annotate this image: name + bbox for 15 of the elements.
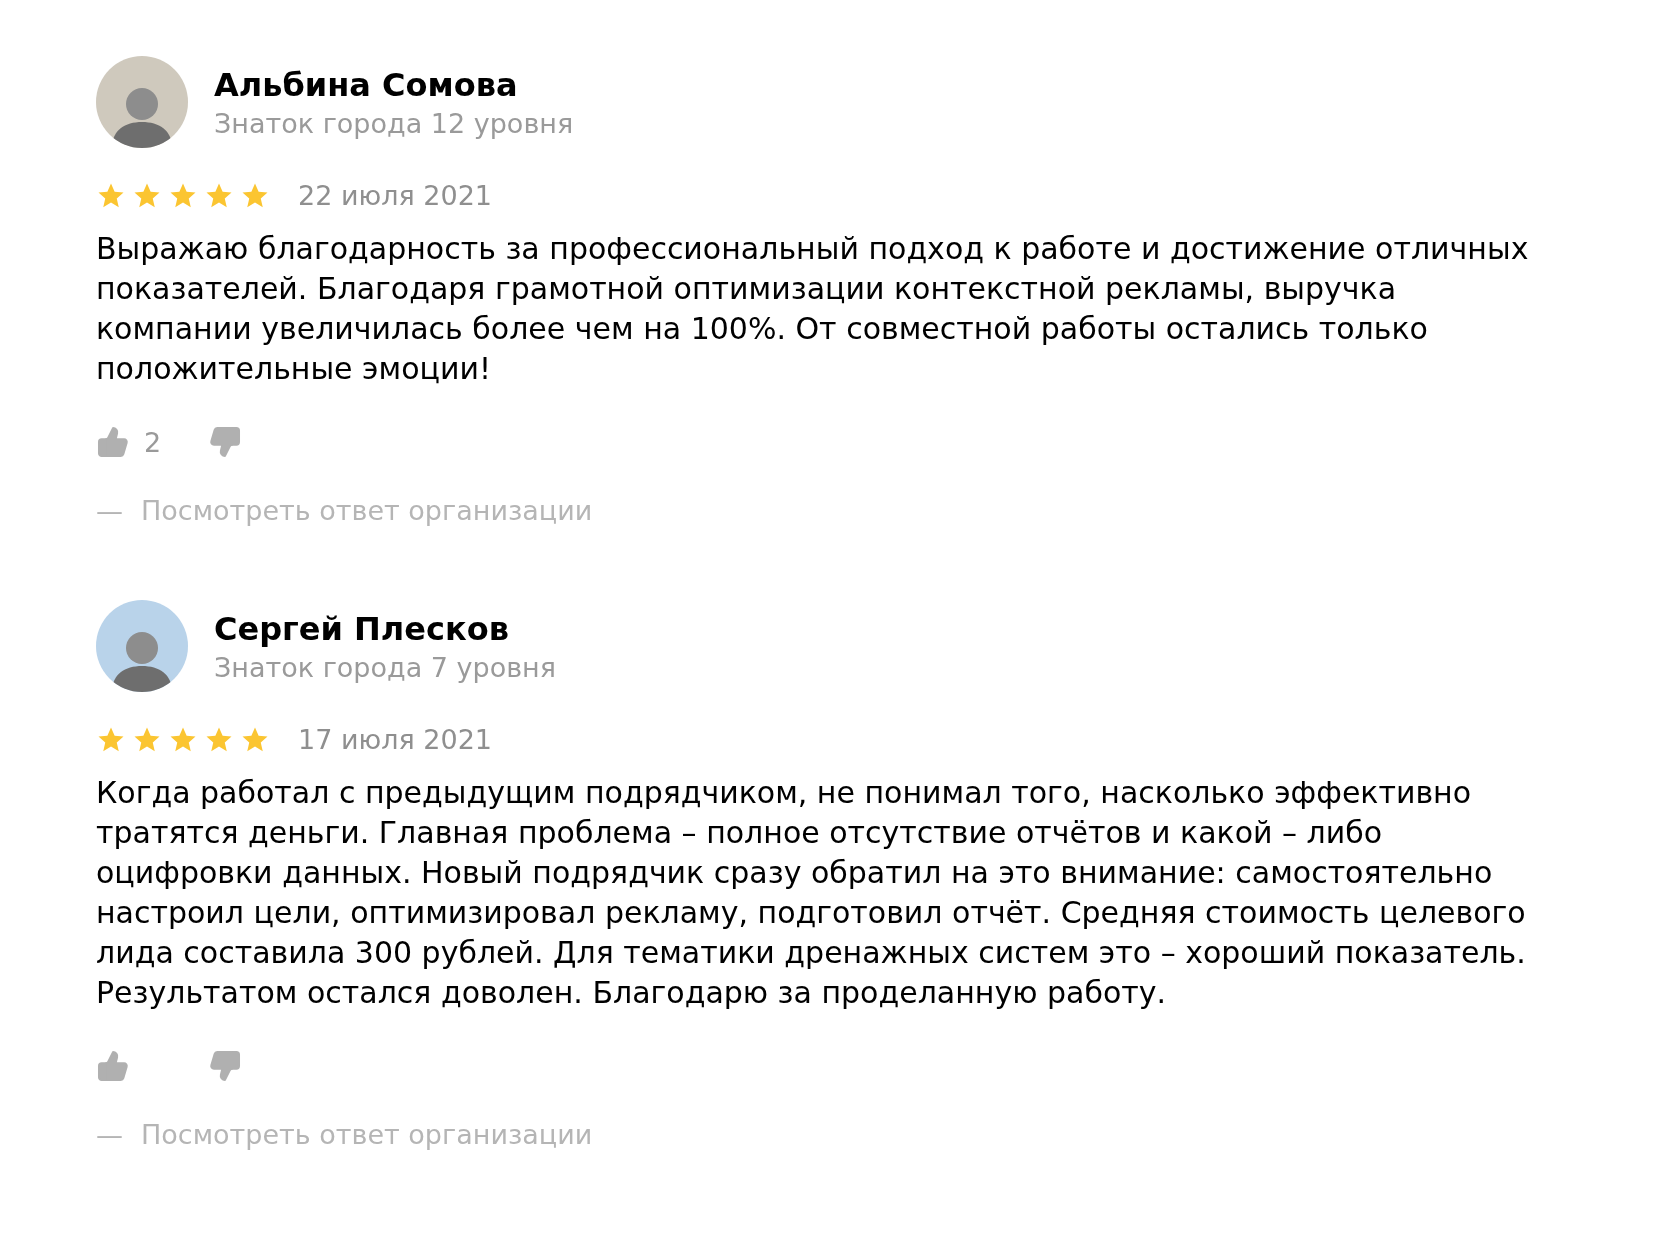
dash: —: [96, 1119, 123, 1150]
like-button[interactable]: [96, 1049, 130, 1083]
like-button[interactable]: [96, 425, 130, 459]
dislike-button[interactable]: [208, 1049, 242, 1083]
dislike-button[interactable]: [208, 425, 242, 459]
like-count: 2: [144, 426, 163, 458]
reviewer-name[interactable]: Альбина Сомова: [214, 65, 574, 104]
review-text: Когда работал с предыдущим подрядчиком, не понимал того, насколько эффективно тратятся деньги. Главная проблема – полное отсутствие отчётов и какой – либо оцифровки данных. Новый подрядчик сразу обратил на это внимание: самостоятельно настроил цели, оптимизировал рекламу, подготовил отчёт. Средняя стоимость целевого лида составила 300 рублей. Для тематики дренажных систем это – хороший показатель. Результатом остался доволен. Благодарю за проделанную работу.: [96, 774, 1527, 1012]
review-date: 22 июля 2021: [298, 180, 492, 211]
reviewer-name[interactable]: Сергей Плесков: [214, 609, 556, 648]
reviewer-level: Знаток города 7 уровня: [214, 651, 556, 683]
reviewer-level: Знаток города 12 уровня: [214, 107, 574, 139]
dash: —: [96, 495, 123, 526]
review-date: 17 июля 2021: [298, 724, 492, 755]
review-text: Выражаю благодарность за профессиональный подход к работе и достижение отличных показателей. Благодаря грамотной оптимизации контекстной рекламы, выручка компании увеличилась более чем на 100%. От совместной работы остались только положительные эмоции!: [96, 230, 1530, 388]
